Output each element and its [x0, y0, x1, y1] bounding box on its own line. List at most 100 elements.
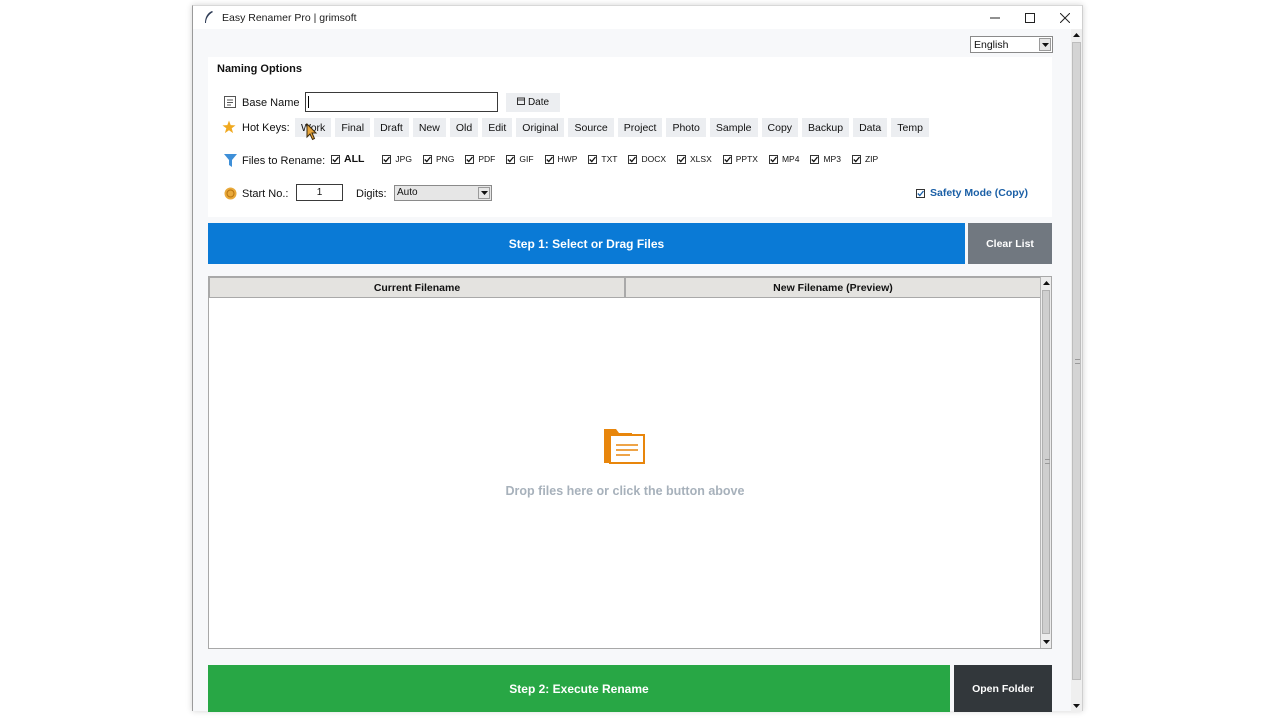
- extension-label: MP4: [781, 154, 800, 164]
- close-button[interactable]: [1047, 6, 1083, 29]
- star-icon: [222, 120, 236, 134]
- minimize-button[interactable]: [977, 6, 1013, 29]
- scroll-up-icon[interactable]: [1071, 29, 1082, 41]
- title-bar[interactable]: Easy Renamer Pro | grimsoft: [193, 6, 1082, 29]
- extension-label: JPG: [395, 154, 412, 164]
- hotkey-button[interactable]: Temp: [891, 118, 929, 137]
- digits-label: Digits:: [356, 188, 387, 200]
- checkmark-icon: [382, 154, 392, 164]
- date-button[interactable]: Date: [506, 93, 560, 112]
- checkmark-icon: [768, 154, 778, 164]
- empty-state: Drop files here or click the button abov…: [209, 423, 1041, 498]
- section-title: Naming Options: [217, 63, 302, 75]
- hotkey-button[interactable]: Original: [516, 118, 565, 137]
- checkmark-icon: [677, 154, 687, 164]
- extension-label: TXT: [601, 154, 618, 164]
- app-window: Easy Renamer Pro | grimsoft English Nami…: [192, 5, 1083, 712]
- hotkey-button[interactable]: Project: [617, 118, 663, 137]
- checkmark-icon: [506, 154, 516, 164]
- execute-rename-button[interactable]: Step 2: Execute Rename: [208, 665, 950, 712]
- hotkey-button[interactable]: Sample: [709, 118, 758, 137]
- text-lines-icon: [223, 95, 237, 109]
- hotkey-button[interactable]: Copy: [761, 118, 799, 137]
- extension-checkbox[interactable]: PNG: [422, 154, 455, 164]
- extension-label: GIF: [519, 154, 534, 164]
- grip-icon: [1075, 359, 1080, 364]
- start-number-label: Start No.:: [242, 188, 289, 200]
- hotkey-button[interactable]: Edit: [482, 118, 513, 137]
- scroll-thumb[interactable]: [1072, 42, 1081, 680]
- mouse-cursor-icon: [306, 123, 318, 141]
- feather-icon: [201, 10, 217, 26]
- clear-list-button[interactable]: Clear List: [968, 223, 1052, 264]
- checkmark-icon: [851, 154, 861, 164]
- hotkey-button[interactable]: Draft: [374, 118, 409, 137]
- hotkey-button[interactable]: Final: [335, 118, 371, 137]
- digits-select[interactable]: Auto: [394, 185, 492, 201]
- hotkey-button[interactable]: New: [412, 118, 446, 137]
- text-caret: [308, 96, 309, 108]
- checkmark-icon: [628, 154, 638, 164]
- checkmark-icon: [465, 154, 475, 164]
- extension-checkbox[interactable]: PDF: [465, 154, 495, 164]
- hotkeys-bar: Work Final Draft New Old Edit Original S…: [295, 118, 929, 137]
- safety-mode-checkbox[interactable]: Safety Mode (Copy): [916, 187, 1028, 199]
- extension-checkbox[interactable]: MP4: [768, 154, 800, 164]
- extension-checkbox[interactable]: PPTX: [722, 154, 758, 164]
- scroll-down-icon[interactable]: [1041, 636, 1051, 648]
- extension-label: PDF: [478, 154, 496, 164]
- extension-checkbox[interactable]: HWP: [544, 154, 577, 164]
- checkmark-icon: [722, 154, 732, 164]
- extension-label: ALL: [344, 153, 365, 165]
- digits-value: Auto: [397, 187, 418, 198]
- grip-icon: [1045, 459, 1050, 464]
- column-header-current[interactable]: Current Filename: [209, 277, 625, 298]
- calendar-icon: [516, 97, 525, 108]
- scroll-down-icon[interactable]: [1071, 700, 1082, 712]
- chevron-down-icon: [478, 187, 490, 199]
- base-name-input[interactable]: [305, 92, 498, 112]
- checkmark-icon: [810, 154, 820, 164]
- checkmark-icon: [916, 188, 925, 198]
- extension-label: DOCX: [641, 154, 667, 164]
- start-number-input[interactable]: 1: [296, 184, 343, 201]
- extension-label: PNG: [435, 154, 455, 164]
- select-files-button[interactable]: Step 1: Select or Drag Files: [208, 223, 965, 264]
- open-folder-button[interactable]: Open Folder: [954, 665, 1052, 712]
- extension-label: XLSX: [690, 154, 712, 164]
- table-scrollbar[interactable]: [1040, 277, 1051, 648]
- extension-checkbox[interactable]: TXT: [588, 154, 617, 164]
- chevron-down-icon: [1039, 38, 1051, 51]
- folder-document-icon: [602, 423, 648, 467]
- extension-checkbox[interactable]: ZIP: [851, 154, 878, 164]
- window-scrollbar[interactable]: [1071, 29, 1082, 712]
- extension-label: PPTX: [735, 154, 758, 164]
- coin-icon: [223, 186, 237, 200]
- hotkey-button[interactable]: Old: [449, 118, 479, 137]
- language-select[interactable]: English: [970, 36, 1053, 53]
- column-header-new[interactable]: New Filename (Preview): [625, 277, 1041, 298]
- checkmark-icon: [422, 154, 432, 164]
- hotkey-button[interactable]: Data: [853, 118, 888, 137]
- extension-checkbox[interactable]: DOCX: [628, 154, 666, 164]
- extension-checkbox[interactable]: XLSX: [677, 154, 712, 164]
- scroll-up-icon[interactable]: [1041, 277, 1051, 289]
- naming-options-panel: Naming Options Base Name Date Hot Keys: …: [208, 57, 1052, 217]
- checkmark-icon: [588, 154, 598, 164]
- maximize-button[interactable]: [1012, 6, 1048, 29]
- hotkey-button[interactable]: Backup: [802, 118, 850, 137]
- hotkey-button[interactable]: Source: [568, 118, 614, 137]
- extension-checkbox[interactable]: JPG: [382, 154, 412, 164]
- file-list-table[interactable]: Current Filename New Filename (Preview) …: [208, 276, 1052, 649]
- extension-checkbox[interactable]: GIF: [506, 154, 534, 164]
- extension-filter-list: ALL JPG PNG PDF GIF HWP TXT DOCX XLSX PP…: [331, 153, 878, 165]
- hotkeys-label: Hot Keys:: [242, 122, 290, 134]
- checkmark-icon: [544, 154, 554, 164]
- extension-label: MP3: [823, 154, 841, 164]
- hotkey-button[interactable]: Photo: [666, 118, 706, 137]
- checkmark-icon: [331, 154, 340, 164]
- extension-checkbox-all[interactable]: ALL: [331, 153, 364, 165]
- extension-checkbox[interactable]: MP3: [810, 154, 841, 164]
- scroll-thumb[interactable]: [1042, 290, 1050, 634]
- language-value: English: [974, 38, 1009, 51]
